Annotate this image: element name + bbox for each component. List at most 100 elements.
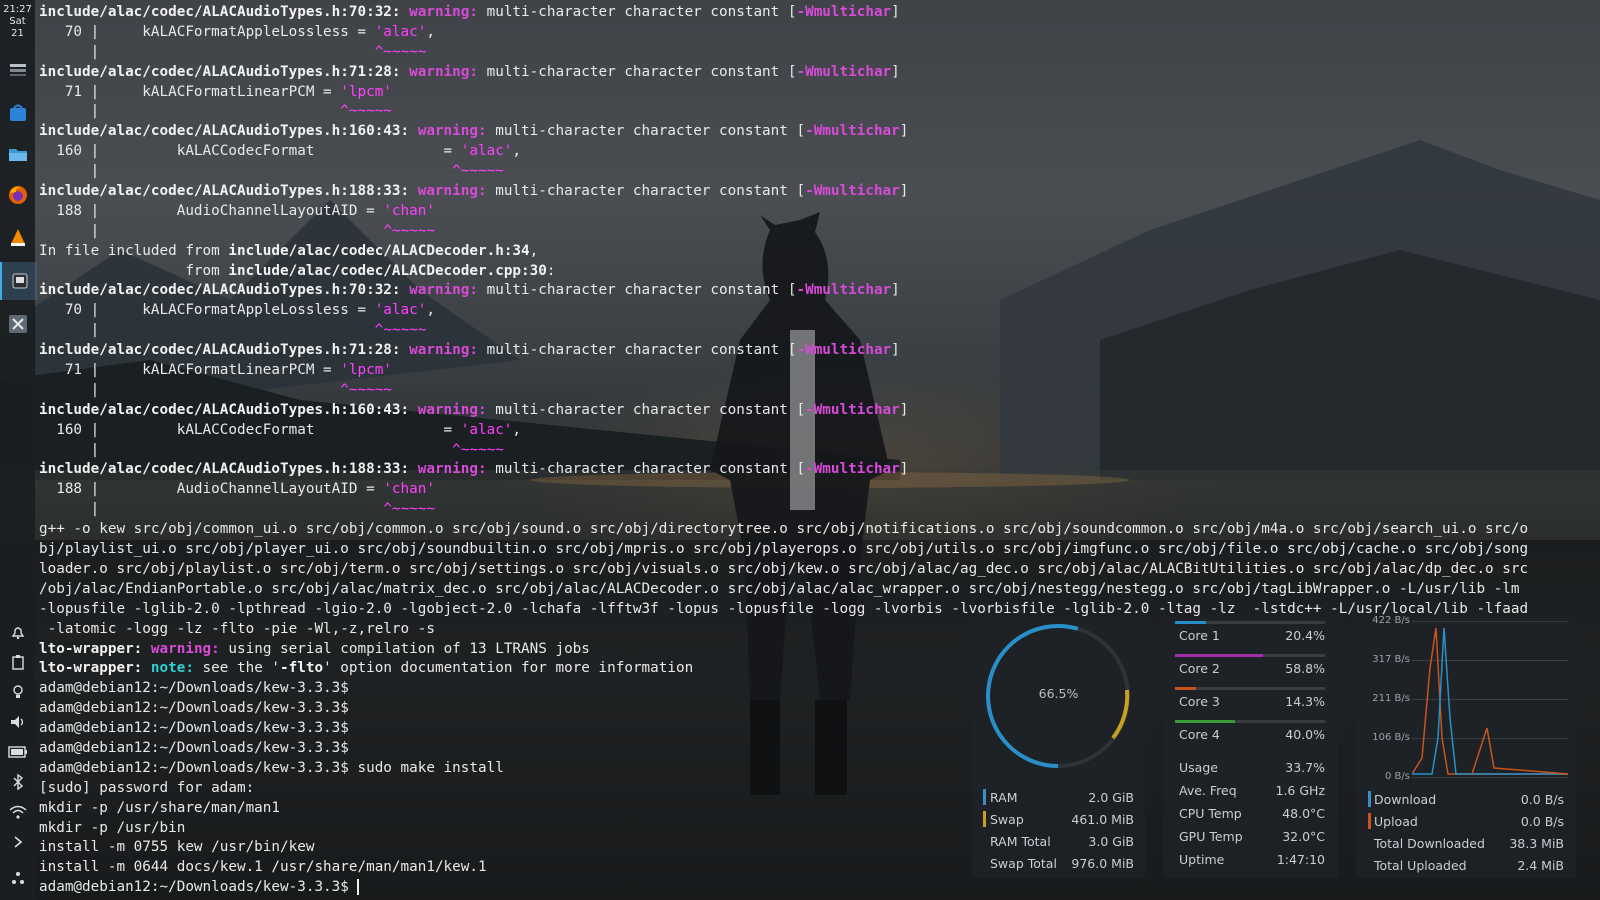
terminal-text: warning:	[409, 63, 478, 80]
volume-icon[interactable]	[4, 708, 31, 735]
terminal-text: lto-wrapper:	[39, 640, 151, 657]
discover-store-icon[interactable]	[4, 99, 31, 126]
digital-clock[interactable]: 21:27 Sat 21	[0, 4, 35, 40]
battery-icon[interactable]	[4, 738, 31, 765]
terminal-line: adam@debian12:~/Downloads/kew-3.3.3$	[39, 878, 1600, 898]
network-row-value: 2.4 MiB	[1517, 858, 1564, 873]
terminal-line: include/alac/codec/ALACAudioTypes.h:188:…	[39, 182, 1600, 202]
terminal-text: install -m 0644 docs/kew.1 /usr/share/ma…	[39, 859, 487, 876]
cpu-core-row-value: 58.8%	[1285, 661, 1325, 676]
terminal-text: warning:	[409, 282, 478, 299]
terminal-text: see the '	[193, 660, 281, 677]
terminal-line: | ^~~~~~	[39, 222, 1600, 242]
terminal-line: include/alac/codec/ALACAudioTypes.h:188:…	[39, 460, 1600, 480]
system-settings-icon[interactable]	[4, 56, 31, 83]
terminal-text: multi-character character constant [	[486, 461, 806, 478]
terminal-line: | ^~~~~~	[39, 500, 1600, 520]
terminal-text: 70 | kALACFormatAppleLossless =	[39, 302, 375, 319]
terminal-text: ]	[891, 63, 900, 80]
expand-tray-icon[interactable]	[4, 828, 31, 855]
terminal-text: ,	[512, 143, 522, 160]
terminal-text: adam@debian12:~/Downloads/kew-3.3.3$	[39, 720, 349, 737]
bluetooth-icon[interactable]	[4, 768, 31, 795]
terminal-line: from include/alac/codec/ALACDecoder.cpp:…	[39, 262, 1600, 282]
terminal-text: -Wmultichar	[796, 342, 892, 359]
memory-row-value: 3.0 GiB	[1088, 834, 1134, 849]
core-usage-fill	[1175, 621, 1206, 624]
cpu-core-row-value: 20.4%	[1285, 628, 1325, 643]
notifications-icon[interactable]	[4, 618, 31, 645]
network-y-tick: 422 B/s	[1372, 615, 1410, 626]
memory-row-value: 2.0 GiB	[1088, 790, 1134, 805]
terminal-line: include/alac/codec/ALACAudioTypes.h:70:3…	[39, 281, 1600, 301]
terminal-line: g++ -o kew src/obj/common_ui.o src/obj/c…	[39, 520, 1600, 540]
network-row: Total Uploaded 2.4 MiB	[1374, 858, 1564, 874]
cpu-stat-row: Ave. Freq 1.6 GHz	[1179, 783, 1325, 799]
terminal-text: [sudo] password for adam:	[39, 779, 255, 796]
terminal-text: ]	[899, 183, 909, 200]
legend-marker	[983, 789, 986, 805]
terminal-line: loader.o src/obj/playlist.o src/obj/term…	[39, 560, 1600, 580]
night-light-icon[interactable]	[4, 678, 31, 705]
core-usage-fill	[1175, 720, 1235, 723]
terminal-line: | ^~~~~~	[39, 381, 1600, 401]
terminal-text: |	[39, 43, 375, 60]
terminal-line: | ^~~~~~	[39, 441, 1600, 461]
wifi-icon[interactable]	[4, 798, 31, 825]
terminal-text: multi-character character constant [	[478, 63, 797, 80]
terminal-text: 'chan'	[383, 202, 435, 219]
terminal-text: include/alac/codec/ALACAudioTypes.h:188:…	[39, 183, 418, 200]
network-widget: 422 B/s 317 B/s 211 B/s 106 B/s 0 B/s Downlo…	[1356, 615, 1576, 878]
network-y-tick: 317 B/s	[1372, 654, 1410, 665]
cpu-stat-row: Uptime 1:47:10	[1179, 852, 1325, 868]
cpu-core-row-value: 40.0%	[1285, 727, 1325, 742]
terminal-text: 'lpcm'	[340, 362, 392, 379]
terminal-line: include/alac/codec/ALACAudioTypes.h:70:3…	[39, 3, 1600, 23]
file-manager-icon[interactable]	[4, 140, 31, 167]
cpu-stat-row: CPU Temp 48.0°C	[1179, 806, 1325, 822]
terminal-line: bj/playlist_ui.o src/obj/player_ui.o src…	[39, 540, 1600, 560]
core-usage-bar	[1175, 720, 1325, 723]
memory-row: Swap Total 976.0 MiB	[990, 856, 1134, 872]
terminal-cursor	[357, 879, 360, 896]
terminal-text: include/alac/codec/ALACAudioTypes.h:160:…	[39, 123, 418, 140]
terminal-text: g++ -o kew src/obj/common_ui.o src/obj/c…	[39, 521, 1529, 538]
network-row-label: Download	[1374, 792, 1437, 807]
x-app-icon[interactable]	[4, 310, 31, 337]
firefox-icon[interactable]	[4, 181, 31, 208]
cpu-core-row-value: 14.3%	[1285, 694, 1325, 709]
terminal-text: adam@debian12:~/Downloads/kew-3.3.3$	[39, 879, 358, 896]
terminal-line: 70 | kALACFormatAppleLossless = 'alac',	[39, 301, 1600, 321]
terminal-line: 71 | kALACFormatLinearPCM = 'lpcm'	[39, 83, 1600, 103]
cpu-stat-row-value: 33.7%	[1285, 760, 1325, 775]
cpu-stat-row-label: Usage	[1179, 760, 1218, 775]
core-usage-bar	[1175, 687, 1325, 690]
terminal-text: -Wmultichar	[805, 401, 900, 418]
clipboard-icon[interactable]	[4, 648, 31, 675]
terminal-text: multi-character character constant [	[486, 123, 806, 140]
terminal-text: 160 | kALACCodecFormat =	[39, 421, 461, 438]
vlc-icon[interactable]	[4, 223, 31, 250]
cpu-stat-row: Usage 33.7%	[1179, 760, 1325, 776]
cpu-stat-row-label: Ave. Freq	[1179, 783, 1237, 798]
terminal-line: 160 | kALACCodecFormat = 'alac',	[39, 142, 1600, 162]
terminal-text: -Wmultichar	[796, 4, 892, 20]
terminal-text: ^~~~~~	[340, 103, 392, 120]
terminal-text: ' option documentation for more informat…	[323, 660, 694, 677]
network-row: Total Downloaded 38.3 MiB	[1374, 836, 1564, 852]
cpu-stat-row: GPU Temp 32.0°C	[1179, 829, 1325, 845]
terminal-text: -Wmultichar	[805, 183, 900, 200]
terminal-text: 70 | kALACFormatAppleLossless =	[39, 23, 375, 40]
terminal-text: warning:	[417, 123, 487, 140]
terminal-text: adam@debian12:~/Downloads/kew-3.3.3$	[39, 739, 349, 756]
clock-date: 21	[11, 28, 24, 39]
terminal-line: include/alac/codec/ALACAudioTypes.h:71:2…	[39, 341, 1600, 361]
clock-time: 21:27	[3, 4, 32, 15]
terminal-icon[interactable]	[0, 262, 37, 300]
network-y-tick: 0 B/s	[1385, 771, 1410, 782]
terminal-text: -Wmultichar	[796, 282, 892, 299]
terminal-text: include/alac/codec/ALACAudioTypes.h:70:3…	[39, 282, 410, 299]
terminal-text: warning:	[417, 461, 487, 478]
plasma-menu-icon[interactable]	[4, 864, 31, 891]
terminal-text: ,	[426, 302, 435, 319]
